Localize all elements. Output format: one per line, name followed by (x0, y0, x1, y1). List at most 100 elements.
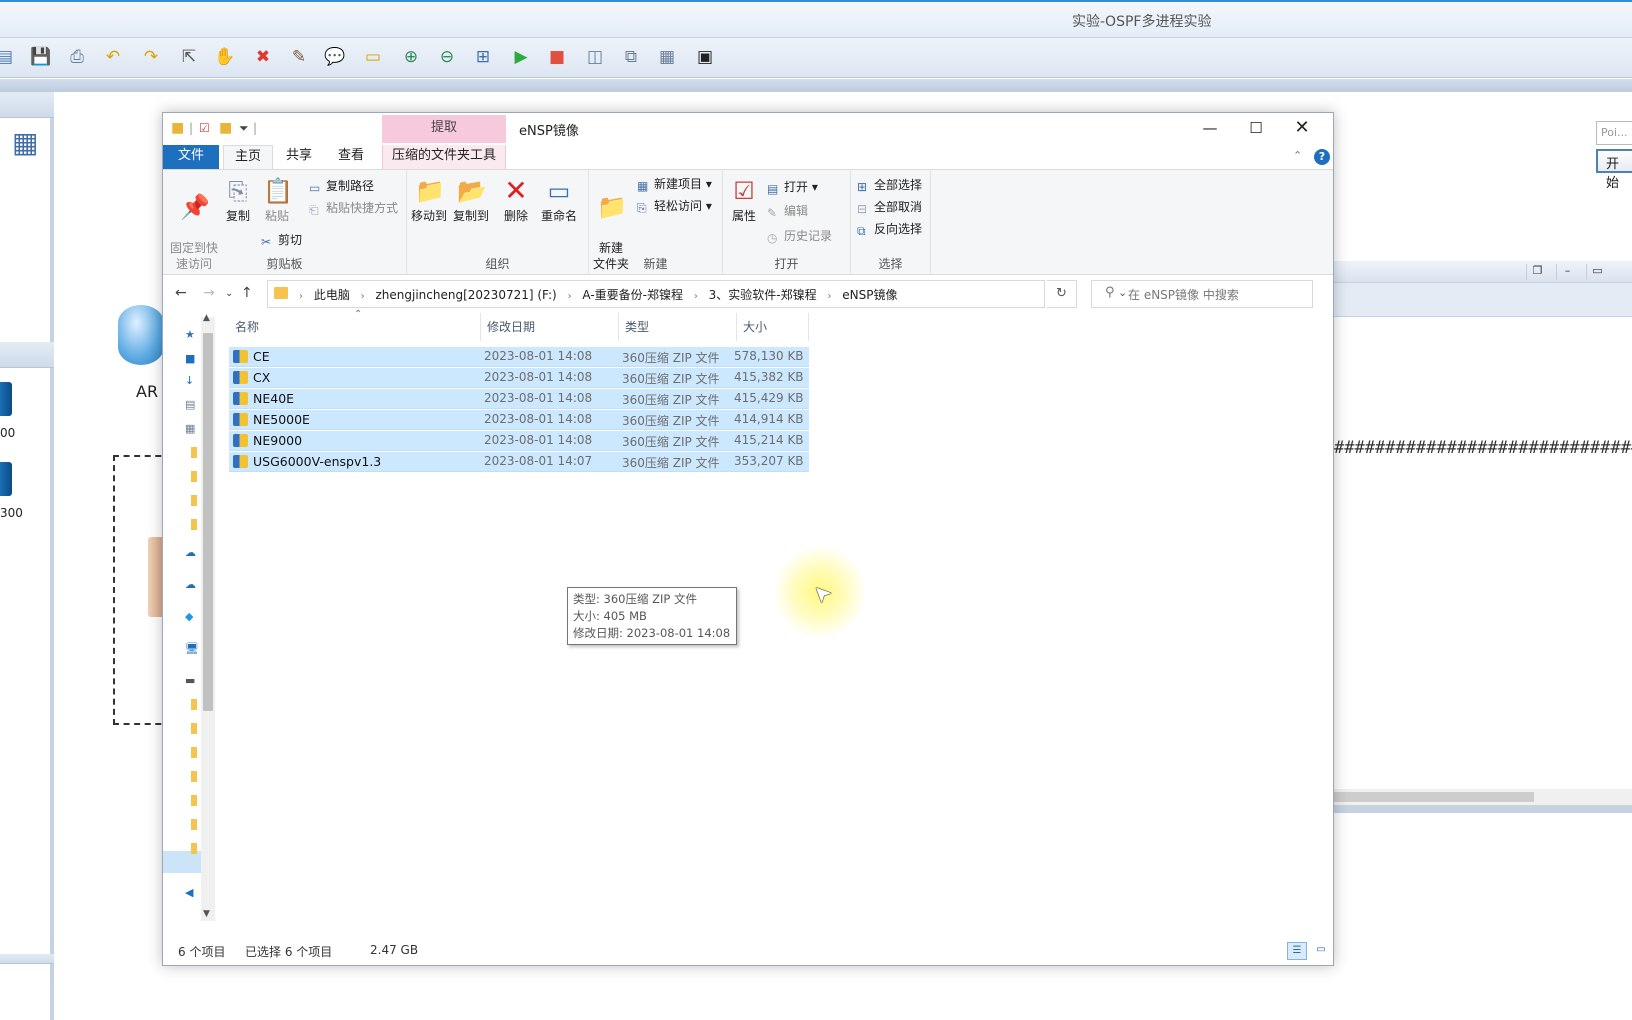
device-category-icon[interactable]: ▦ (12, 126, 38, 159)
stop-icon[interactable]: ■ (546, 46, 568, 68)
nav-selected-item[interactable] (163, 851, 201, 873)
forward-arrow-icon[interactable]: → (203, 285, 215, 301)
tab-view[interactable]: 查看 (325, 145, 377, 169)
fit-icon[interactable]: ⊞ (472, 46, 494, 68)
nav-scroll-thumb[interactable] (203, 333, 213, 711)
recent-locations-icon[interactable]: ⌄ (225, 288, 233, 299)
properties-icon[interactable]: ☑ (199, 121, 213, 135)
scroll-down-icon[interactable]: ▼ (203, 909, 210, 919)
breadcrumb-item[interactable]: eNSP镜像 (842, 288, 897, 302)
select-all-button[interactable]: ⊞ 全部选择 (857, 177, 922, 194)
file-row[interactable]: CX 2023-08-01 14:08 360压缩 ZIP 文件 415,382… (229, 368, 809, 388)
this-pc-icon[interactable]: 🖥 (185, 643, 199, 655)
copy-path-button[interactable]: ▭ 复制路径 (309, 178, 374, 195)
console-icon[interactable]: ▣ (694, 46, 716, 68)
save-icon[interactable]: 💾 (30, 46, 52, 68)
extract-context-tab[interactable]: 提取 (382, 115, 506, 143)
search-input[interactable]: 在 eNSP镜像 中搜索 (1091, 280, 1313, 308)
folder-icon[interactable] (191, 723, 197, 734)
maximize-icon[interactable]: ☐ (1233, 113, 1279, 145)
file-row[interactable]: USG6000V-enspv1.3 2023-08-01 14:07 360压缩… (229, 452, 809, 472)
back-arrow-icon[interactable]: ← (175, 285, 187, 301)
minimize-icon[interactable]: – (1556, 264, 1578, 280)
table-icon[interactable]: ▦ (656, 46, 678, 68)
column-name[interactable]: 名称 (229, 313, 481, 341)
capture-icon[interactable]: ◫ (584, 46, 606, 68)
column-type[interactable]: 类型 (619, 313, 737, 341)
column-size[interactable]: 大小 (737, 313, 809, 341)
large-icons-view-icon[interactable]: ▭ (1311, 942, 1331, 960)
folder-icon[interactable] (191, 519, 197, 530)
zoom-out-icon[interactable]: ⊖ (436, 46, 458, 68)
switch-device-icon[interactable] (0, 462, 12, 496)
folder-icon[interactable] (191, 699, 197, 710)
paste-shortcut-button[interactable]: ⎗ 粘贴快捷方式 (309, 200, 398, 217)
new-icon[interactable]: ▤ (0, 46, 16, 68)
pictures-icon[interactable]: ▦ (185, 423, 197, 435)
tab-file[interactable]: 文件 (163, 145, 219, 169)
start-icon[interactable]: ▶ (510, 46, 532, 68)
collapse-ribbon-icon[interactable]: ⌃ (1293, 149, 1302, 162)
undo-icon[interactable]: ↶ (102, 46, 124, 68)
new-folder-icon[interactable]: ■ (219, 121, 233, 135)
history-button[interactable]: ◷ 历史记录 (767, 228, 832, 245)
folder-icon[interactable] (191, 447, 197, 458)
restore-icon[interactable]: ❐ (1526, 264, 1548, 280)
folder-icon[interactable] (191, 843, 197, 854)
folder-icon[interactable] (191, 771, 197, 782)
breadcrumb-item[interactable]: 此电脑 (314, 288, 350, 302)
text-icon[interactable]: 💬 (324, 46, 346, 68)
network-icon[interactable]: ◀ (185, 887, 197, 899)
cut-button[interactable]: ✂ 剪切 (261, 232, 302, 249)
copy-button[interactable]: ⎘ 复制 (221, 176, 255, 224)
cli-scroll-thumb[interactable] (1334, 792, 1534, 802)
up-arrow-icon[interactable]: ↑ (241, 285, 253, 301)
column-date[interactable]: 修改日期 (481, 313, 619, 341)
rectangle-icon[interactable]: ▭ (362, 46, 384, 68)
file-row[interactable]: NE9000 2023-08-01 14:08 360压缩 ZIP 文件 415… (229, 431, 809, 451)
port-input[interactable]: Poi... (1596, 121, 1632, 145)
close-icon[interactable]: ✕ (1279, 113, 1325, 145)
folder-icon[interactable] (191, 795, 197, 806)
desktop-icon[interactable]: ■ (185, 353, 197, 365)
file-row[interactable]: NE40E 2023-08-01 14:08 360压缩 ZIP 文件 415,… (229, 389, 809, 409)
redo-icon[interactable]: ↷ (140, 46, 162, 68)
refresh-icon[interactable]: ↻ (1047, 280, 1077, 308)
folder-icon[interactable] (191, 819, 197, 830)
quick-access-star-icon[interactable]: ★ (185, 329, 197, 341)
erase-icon[interactable]: ✎ (288, 46, 310, 68)
drive-icon[interactable]: ▬ (185, 675, 197, 687)
rename-button[interactable]: ▭ 重命名 (537, 176, 581, 224)
edit-button[interactable]: ✎ 编辑 (767, 203, 808, 220)
paste-button[interactable]: 📋 粘贴 (259, 176, 295, 224)
folder-icon[interactable] (191, 495, 197, 506)
cloud-icon[interactable]: ☁ (185, 579, 197, 591)
downloads-icon[interactable]: ↓ (185, 375, 197, 387)
folder-icon[interactable] (191, 471, 197, 482)
onedrive-icon[interactable]: ☁ (185, 547, 197, 559)
file-row[interactable]: NE5000E 2023-08-01 14:08 360压缩 ZIP 文件 41… (229, 410, 809, 430)
chevron-right-icon[interactable]: › (827, 291, 831, 302)
start-button[interactable]: 开始 (1596, 149, 1632, 191)
chevron-right-icon[interactable]: › (568, 291, 572, 302)
customize-toolbar-icon[interactable]: ⏷ (239, 121, 253, 135)
breadcrumb-item[interactable]: zhengjincheng[20230721] (F:) (376, 288, 557, 302)
address-bar[interactable]: › 此电脑 › zhengjincheng[20230721] (F:) › A… (267, 280, 1127, 308)
select-none-button[interactable]: ⊟ 全部取消 (857, 199, 922, 216)
scroll-up-icon[interactable]: ▲ (203, 313, 210, 323)
chevron-right-icon[interactable]: › (694, 291, 698, 302)
print-icon[interactable]: ⎙ (66, 46, 88, 68)
pointer-icon[interactable]: ⇱ (178, 46, 200, 68)
new-item-button[interactable]: ▦ 新建项目 ▾ (637, 176, 712, 193)
file-row[interactable]: CE 2023-08-01 14:08 360压缩 ZIP 文件 578,130… (229, 347, 809, 367)
breadcrumb-item[interactable]: 3、实验软件-郑镍程 (709, 288, 817, 302)
open-button[interactable]: ▤ 打开 ▾ (767, 179, 818, 196)
minimize-icon[interactable]: — (1187, 113, 1233, 145)
invert-selection-button[interactable]: ⧉ 反向选择 (857, 221, 922, 238)
copy-to-button[interactable]: 📂 复制到 (451, 176, 491, 224)
delete-button[interactable]: ✕ 删除 (499, 176, 533, 224)
zoom-in-icon[interactable]: ⊕ (400, 46, 422, 68)
help-icon[interactable]: ? (1314, 149, 1330, 165)
maximize-icon[interactable]: ▭ (1586, 264, 1608, 280)
cli-body[interactable] (1334, 317, 1632, 789)
